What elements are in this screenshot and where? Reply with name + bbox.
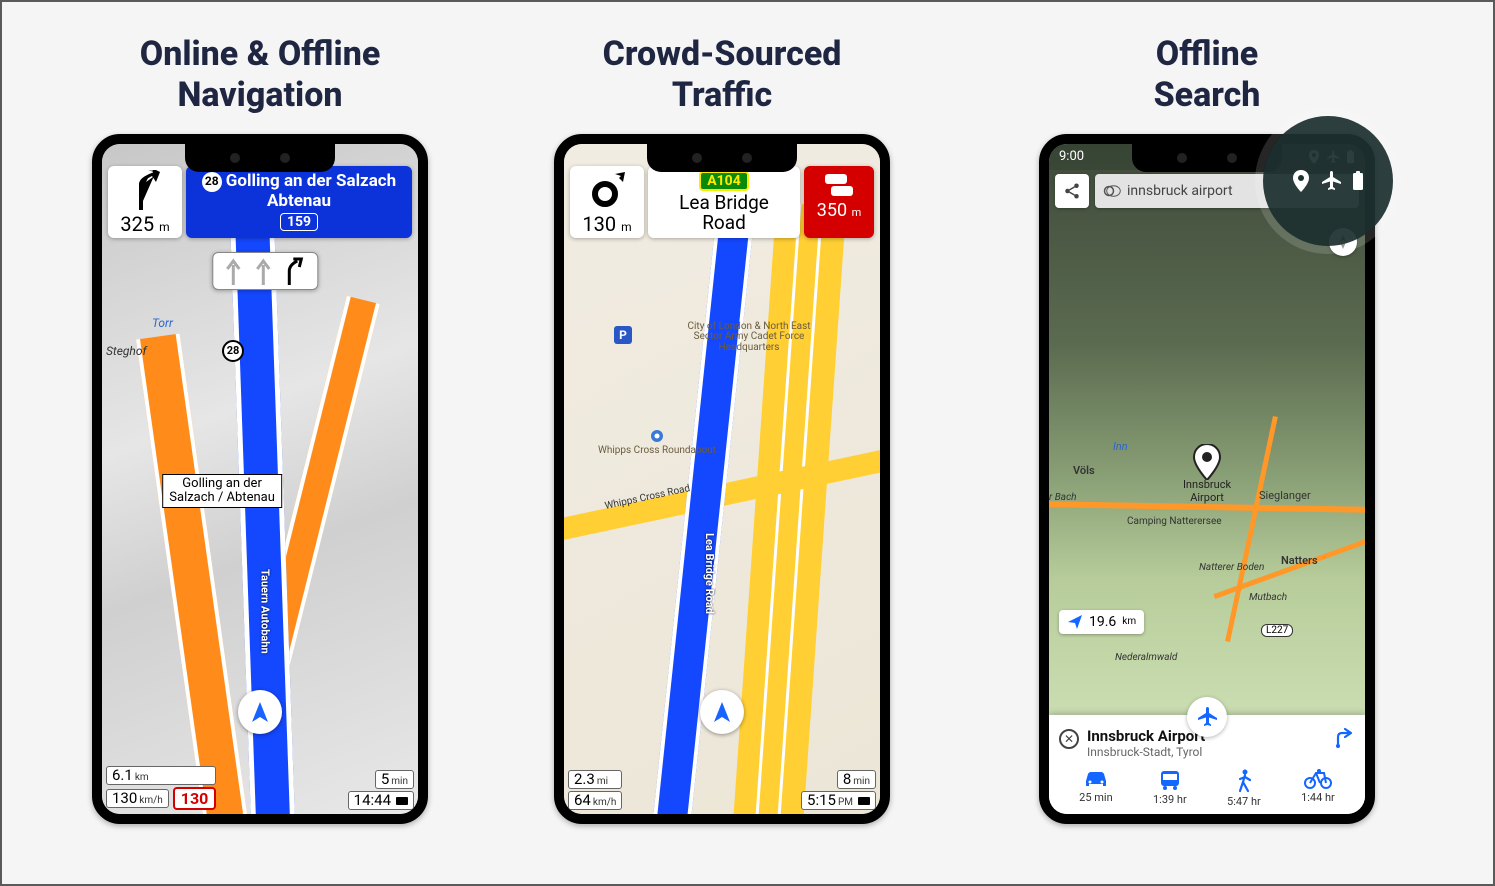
river-raitiserbach: r Bach: [1049, 492, 1077, 503]
maneuver-distance: 325 m: [120, 212, 169, 236]
battery-icon: [396, 797, 408, 805]
airplane-icon: [1196, 706, 1218, 728]
mode-walk[interactable]: 5:47 hr: [1227, 769, 1261, 808]
route-shield-l227: L227: [1261, 624, 1293, 637]
stat-remaining-distance: 2.3mi: [568, 770, 622, 789]
panel-title-search: Offline Search: [987, 34, 1427, 116]
stat-current-speed: 130km/h: [106, 789, 169, 808]
bike-icon: [1304, 769, 1332, 789]
phone-traffic: Lea Bridge Road Whipps Cross Road Whipps…: [554, 134, 890, 824]
close-result-button[interactable]: ✕: [1059, 729, 1079, 749]
search-result-sheet: ✕ Innsbruck Airport Innsbruck-Stadt, Tyr…: [1049, 715, 1365, 814]
location-pin-icon: [1292, 170, 1310, 192]
poi-roundabout: Whipps Cross Roundabout: [598, 428, 716, 457]
walk-icon: [1236, 769, 1252, 793]
turn-right-arrow-icon: [126, 170, 164, 212]
road-sign: A104 Lea Bridge Road: [648, 166, 800, 238]
car-icon: [1083, 769, 1109, 789]
directions-button[interactable]: [1333, 727, 1355, 753]
battery-icon: [1352, 171, 1364, 191]
guidance-header: 325 m 28Golling an der Salzach Abtenau 1…: [108, 166, 412, 238]
panel-title-navigation: Online & Offline Navigation: [60, 34, 460, 116]
route-shield-28: 28: [222, 340, 244, 362]
road-label-autobahn: Tauern Autobahn: [258, 569, 271, 654]
search-glyph-icon: [1103, 184, 1121, 198]
transport-mode-row: 25 min 1:39 hr 5:47 hr 1:44 hr: [1059, 769, 1355, 808]
exit-badge: 159: [280, 213, 318, 231]
stat-eta-minutes: 8min: [837, 770, 876, 789]
maneuver-box: 325 m: [108, 166, 182, 238]
nav-bottom-bar: 2.3mi 64km/h 8min 5:15PM: [564, 766, 880, 814]
town-natterer-boden: Natterer Boden: [1199, 562, 1264, 573]
forest-nederalm: Nederalmwald: [1115, 652, 1177, 663]
traffic-distance: 350 m: [817, 200, 861, 221]
roundabout-exit-icon: [587, 170, 627, 212]
mode-bus[interactable]: 1:39 hr: [1153, 769, 1187, 808]
panel-title-traffic: Crowd-Sourced Traffic: [522, 34, 922, 116]
road-code-badge: A104: [699, 171, 749, 191]
phone-navigation: Tauern Autobahn Steghof Torr 28 Golling …: [92, 134, 428, 824]
sheet-handle[interactable]: [1187, 697, 1227, 737]
lane-straight-icon: [225, 257, 241, 285]
poi-camping: Camping Natterersee: [1127, 516, 1222, 527]
phone-notch: [185, 144, 335, 172]
search-result-pin[interactable]: InnsbruckAirport: [1193, 444, 1221, 484]
nav-position-cursor: [238, 690, 282, 734]
stat-clock: 14:44: [348, 791, 414, 810]
phone-notch: [647, 144, 797, 172]
traffic-warning-box: 350 m: [804, 166, 874, 238]
river-inn: Inn: [1113, 440, 1128, 453]
stat-remaining-distance: 6.1km: [106, 766, 216, 785]
map-exit-sign: Golling an der Salzach / Abtenau: [162, 474, 282, 509]
town-label-steghof: Steghof: [106, 344, 147, 358]
speed-limit-sign: 130: [173, 787, 217, 810]
road-label-lea-bridge: Lea Bridge Road: [703, 533, 716, 614]
lane-assist: [212, 252, 318, 290]
phone-notch: [1132, 144, 1282, 172]
stat-clock: 5:15PM: [801, 791, 876, 810]
parking-icon: P: [614, 326, 632, 344]
nav-position-cursor: [700, 690, 744, 734]
result-subtitle: Innsbruck-Stadt, Tyrol: [1087, 745, 1205, 759]
result-title: Innsbruck Airport: [1087, 727, 1205, 745]
town-label-torr: Torr: [152, 316, 173, 330]
map-pin-icon: [1193, 444, 1221, 480]
status-highlight-bubble: [1263, 116, 1393, 246]
stat-eta-minutes: 5min: [375, 770, 414, 789]
position-arrow-icon: [248, 700, 272, 724]
nav-bottom-bar: 6.1km 130km/h 130 5min 14:44: [102, 762, 418, 814]
mode-bike[interactable]: 1:44 hr: [1301, 769, 1335, 808]
maneuver-box: 130 m: [570, 166, 644, 238]
directions-icon: [1333, 727, 1355, 749]
airplane-mode-icon: [1320, 170, 1342, 192]
bus-icon: [1158, 769, 1182, 791]
town-natters: Natters: [1281, 554, 1318, 567]
position-arrow-icon: [710, 700, 734, 724]
lane-exit-right-icon: [285, 257, 305, 285]
town-sieglanger: Sieglanger: [1259, 489, 1311, 502]
traffic-jam-icon: [819, 170, 859, 200]
maneuver-distance: 130 m: [582, 212, 631, 236]
mode-car[interactable]: 25 min: [1079, 769, 1113, 808]
river-mutbach: Mutbach: [1249, 592, 1287, 603]
lane-straight-icon: [255, 257, 271, 285]
status-time: 9:00: [1059, 149, 1084, 164]
distance-chip: 19.6km: [1059, 610, 1144, 634]
town-vols: Völs: [1073, 464, 1095, 477]
poi-cadet-hq: City of London & North East Sector Army …: [664, 322, 834, 354]
navigate-arrow-icon: [1067, 614, 1083, 630]
search-query-text: innsbruck airport: [1127, 183, 1233, 199]
share-button[interactable]: [1055, 174, 1089, 208]
stat-current-speed: 64km/h: [568, 791, 622, 810]
share-icon: [1063, 182, 1081, 200]
battery-icon: [858, 797, 870, 805]
destination-sign: 28Golling an der Salzach Abtenau 159: [186, 166, 412, 238]
guidance-header: 130 m A104 Lea Bridge Road 350 m: [570, 166, 874, 238]
